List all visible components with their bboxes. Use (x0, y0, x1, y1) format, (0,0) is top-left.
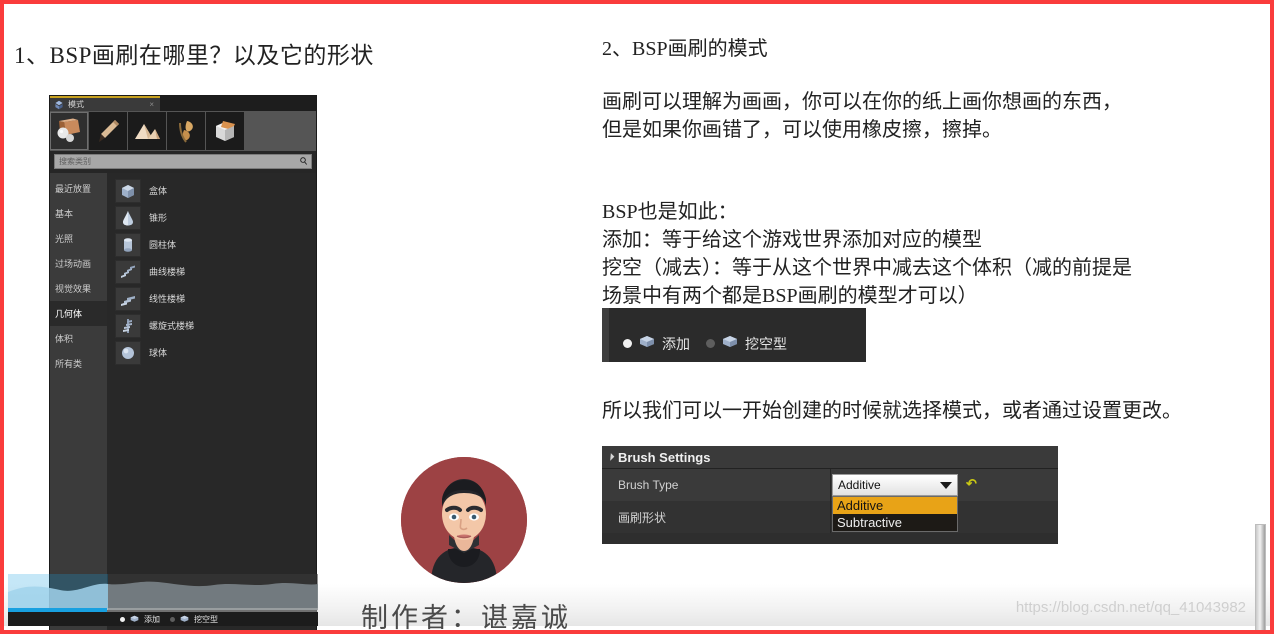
place-mode-button[interactable] (50, 112, 88, 150)
list-item-label: 线性楼梯 (149, 294, 186, 304)
box-shape-icon (115, 178, 141, 203)
list-item-label: 圆柱体 (149, 240, 177, 250)
cone-shape-icon (115, 205, 141, 230)
close-icon[interactable]: × (149, 101, 154, 109)
paint-mode-button[interactable] (89, 112, 127, 150)
watermark-url: https://blog.csdn.net/qq_41043982 (1015, 599, 1246, 616)
radio-label-subtractive: 挖空型 (745, 335, 787, 352)
brush-type-row: Brush Type Additive Additive Subtractive… (602, 469, 1058, 532)
landscape-mode-icon (132, 117, 162, 145)
paragraph-bsp-modes: BSP也是如此： 添加：等于给这个游戏世界添加对应的模型 挖空（减去）：等于从这… (602, 198, 1132, 310)
paragraph-line: 添加：等于给这个游戏世界添加对应的模型 (602, 229, 982, 251)
search-input[interactable]: 搜索类别 ⚲ (54, 154, 312, 169)
page-title-right: 2、BSP画刷的模式 (602, 38, 768, 60)
brush-type-select[interactable]: Additive (832, 474, 958, 496)
row-divider (830, 469, 831, 501)
geometry-edit-mode-button[interactable] (206, 112, 244, 150)
modes-tab-icon (54, 100, 64, 110)
page-title-left: 1、BSP画刷在哪里？以及它的形状 (14, 43, 374, 68)
sidebar-item-volumes[interactable]: 体积 (50, 326, 107, 351)
mini-radio-label-subtractive: 挖空型 (194, 614, 218, 624)
sidebar-item-visual-effects[interactable]: 视觉效果 (50, 276, 107, 301)
list-item-label: 锥形 (149, 213, 168, 223)
sidebar-item-cinematic[interactable]: 过场动画 (50, 251, 107, 276)
additive-cube-icon (637, 333, 657, 354)
list-item[interactable]: 球体 (107, 339, 316, 366)
list-item[interactable]: 螺旋式楼梯 (107, 312, 316, 339)
dropdown-option-additive[interactable]: Additive (833, 497, 957, 514)
linear-stair-icon (115, 286, 141, 311)
brush-settings-header[interactable]: Brush Settings (602, 446, 1058, 469)
vertical-scrollbar[interactable] (1255, 524, 1266, 630)
paragraph-line: 场景中有两个都是BSP画刷的模型才可以） (602, 285, 978, 307)
paragraph-line: 但是如果你画错了，可以使用橡皮擦，擦掉。 (602, 119, 1002, 141)
list-item-label: 盒体 (149, 186, 168, 196)
brush-type-value: Additive (838, 478, 881, 492)
list-item-label: 球体 (149, 348, 168, 358)
mini-subtractive-cube-icon (179, 610, 190, 626)
list-item[interactable]: 线性楼梯 (107, 285, 316, 312)
paragraph-conclusion: 所以我们可以一开始创建的时候就选择模式，或者通过设置更改。 (602, 400, 1182, 422)
brush-settings-title: Brush Settings (618, 449, 711, 465)
subtractive-cube-icon (720, 333, 740, 354)
brush-type-dropdown-list[interactable]: Additive Subtractive (832, 496, 958, 532)
radio-option-subtractive[interactable]: 挖空型 (706, 333, 787, 354)
modes-tabbar: 模式 × (50, 96, 316, 111)
brush-shape-row: 画刷形状 (602, 501, 1058, 533)
list-item[interactable]: 锥形 (107, 204, 316, 231)
mini-additive-cube-icon (129, 610, 140, 626)
mini-radio-selected-icon (120, 616, 125, 622)
reset-arrow-icon[interactable]: ↶ (966, 477, 977, 490)
cylinder-shape-icon (115, 232, 141, 257)
list-item[interactable]: 圆柱体 (107, 231, 316, 258)
radio-label-additive: 添加 (662, 335, 690, 352)
paragraph-line: BSP也是如此： (602, 201, 738, 223)
video-player-overlay: 添加 挖空型 (8, 552, 318, 626)
radio-option-additive[interactable]: 添加 (623, 333, 690, 354)
place-mode-icon (54, 117, 84, 145)
paragraph-line: 挖空（减去）：等于从这个世界中减去这个体积（减的前提是 (602, 257, 1132, 279)
brush-mode-widget: 添加 挖空型 (602, 308, 866, 362)
dropdown-option-subtractive[interactable]: Subtractive (833, 514, 957, 531)
modes-tab-label: 模式 (68, 99, 84, 109)
chevron-down-icon[interactable] (940, 481, 952, 489)
brush-shape-label: 画刷形状 (618, 510, 667, 525)
avatar (401, 457, 527, 583)
tab-modes[interactable]: 模式 × (50, 96, 160, 111)
brush-settings-panel: Brush Settings Brush Type Additive Addit… (602, 446, 1058, 544)
mini-radio-label-additive: 添加 (144, 614, 160, 624)
curved-stair-icon (115, 259, 141, 284)
brush-type-label: Brush Type (618, 478, 679, 492)
list-item[interactable]: 曲线楼梯 (107, 258, 316, 285)
video-heatmap (8, 574, 318, 610)
collapse-triangle-icon[interactable] (606, 453, 615, 461)
sidebar-item-lights[interactable]: 光照 (50, 226, 107, 251)
author-credit: 制作者：谌嘉诚 (361, 603, 571, 633)
spiral-stair-icon (115, 313, 141, 338)
paragraph-brush-analogy: 画刷可以理解为画画，你可以在你的纸上画你想画的东西， 但是如果你画错了，可以使用… (602, 88, 1122, 144)
sidebar-item-all-classes[interactable]: 所有类 (50, 351, 107, 376)
search-icon[interactable]: ⚲ (298, 155, 311, 168)
radio-selected-icon (623, 339, 632, 348)
list-item-label: 螺旋式楼梯 (149, 321, 195, 331)
geometry-edit-mode-icon (210, 117, 240, 145)
row-divider (830, 501, 831, 533)
list-item[interactable]: 盒体 (107, 177, 316, 204)
search-placeholder: 搜索类别 (59, 157, 91, 166)
paragraph-line: 画刷可以理解为画画，你可以在你的纸上画你想画的东西， (602, 91, 1122, 113)
video-frame-brush-widget: 添加 挖空型 (8, 612, 318, 626)
sphere-shape-icon (115, 340, 141, 365)
foliage-mode-icon (171, 117, 201, 145)
sidebar-item-geometry[interactable]: 几何体 (50, 301, 107, 326)
paint-mode-icon (93, 117, 123, 145)
sidebar-item-basic[interactable]: 基本 (50, 201, 107, 226)
radio-unselected-icon (706, 339, 715, 348)
mini-radio-unselected-icon (170, 616, 175, 622)
foliage-mode-button[interactable] (167, 112, 205, 150)
list-item-label: 曲线楼梯 (149, 267, 186, 277)
landscape-mode-button[interactable] (128, 112, 166, 150)
slide-canvas: 1、BSP画刷在哪里？以及它的形状 2、BSP画刷的模式 画刷可以理解为画画，你… (0, 0, 1274, 634)
modes-toolbar (50, 111, 316, 151)
sidebar-item-recently-placed[interactable]: 最近放置 (50, 176, 107, 201)
